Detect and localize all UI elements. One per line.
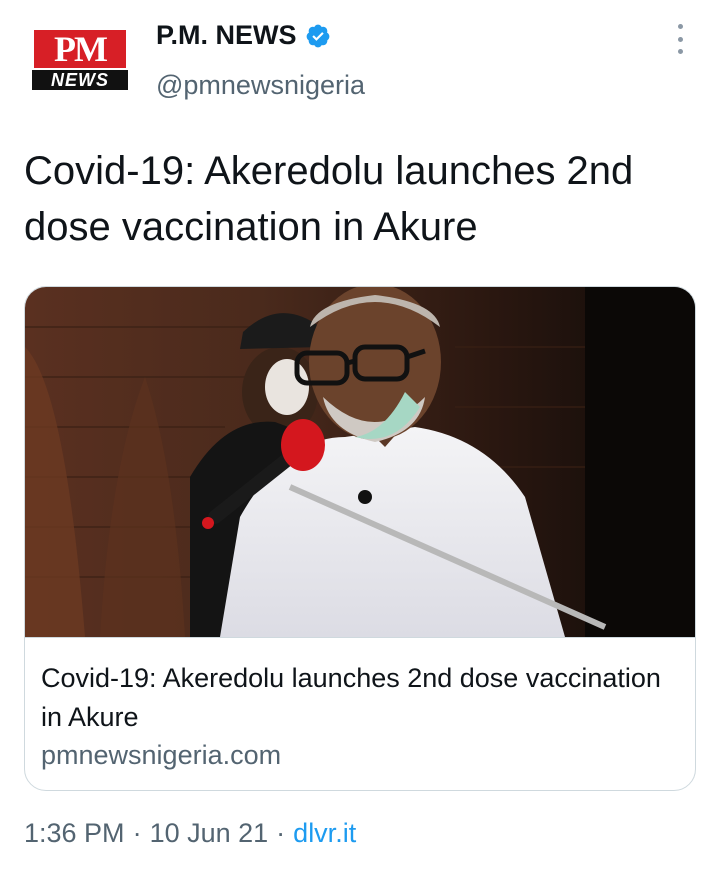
link-card[interactable]: Covid-19: Akeredolu launches 2nd dose va… bbox=[24, 286, 696, 791]
meta-separator-1: · bbox=[132, 818, 142, 848]
card-title[interactable]: Covid-19: Akeredolu launches 2nd dose va… bbox=[41, 659, 681, 737]
account-handle[interactable]: @pmnewsnigeria bbox=[156, 70, 365, 101]
avatar-pm-text: PM bbox=[34, 30, 126, 68]
tweet-text: Covid-19: Akeredolu launches 2nd dose va… bbox=[24, 149, 634, 249]
tweet-source-link[interactable]: dlvr.it bbox=[293, 818, 356, 849]
card-domain[interactable]: pmnewsnigeria.com bbox=[41, 740, 281, 771]
tweet-metadata: 1:36 PM · 10 Jun 21 · dlvr.it bbox=[24, 818, 356, 849]
avatar-news-text: NEWS bbox=[32, 70, 128, 90]
verified-badge-icon bbox=[306, 24, 329, 47]
avatar[interactable]: PM NEWS bbox=[30, 30, 130, 92]
card-image[interactable] bbox=[25, 287, 695, 637]
tweet-time[interactable]: 1:36 PM bbox=[24, 818, 125, 849]
meta-separator-2: · bbox=[276, 818, 286, 848]
more-options-icon[interactable] bbox=[668, 24, 692, 54]
account-name-row[interactable]: P.M. NEWS bbox=[156, 20, 331, 51]
card-divider bbox=[25, 637, 695, 638]
display-name[interactable]: P.M. NEWS bbox=[156, 20, 297, 51]
tweet-date[interactable]: 10 Jun 21 bbox=[150, 818, 269, 849]
